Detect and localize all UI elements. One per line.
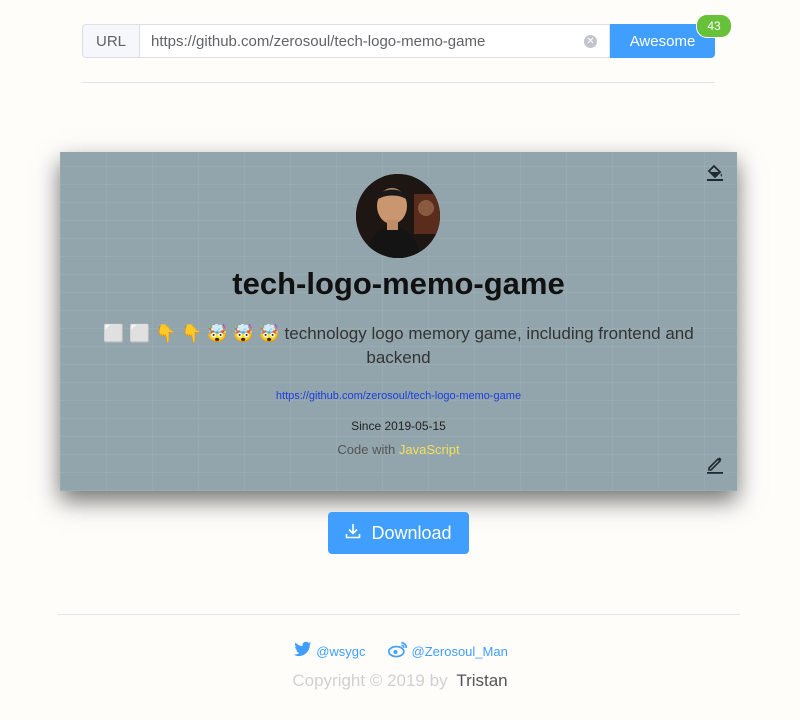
twitter-handle: @wsygc (316, 643, 366, 659)
url-bar: URL ✕ Awesome 43 (82, 14, 732, 58)
download-icon (345, 523, 361, 544)
awesome-button-label: Awesome (629, 32, 696, 50)
repo-description: ⬜ ⬜ 👇 👇 🤯 🤯 🤯 technology logo memory gam… (103, 324, 694, 367)
bottom-divider (58, 614, 740, 615)
avatar (356, 174, 440, 258)
repo-card: tech-logo-memo-game ⬜ ⬜ 👇 👇 🤯 🤯 🤯 techno… (60, 152, 737, 491)
download-button-label: Download (371, 522, 452, 543)
weibo-icon (387, 641, 408, 661)
copyright: Copyright © 2019 by Tristan (0, 671, 800, 691)
url-input-wrapper: ✕ (139, 24, 610, 58)
count-badge: 43 (696, 14, 732, 38)
download-button[interactable]: Download (328, 512, 469, 554)
social-links: @wsygc @Zerosoul_Man (0, 641, 800, 661)
since-date: Since 2019-05-15 (351, 419, 446, 433)
twitter-icon (292, 641, 312, 661)
top-divider (82, 82, 715, 83)
url-input[interactable] (140, 25, 609, 57)
author-link[interactable]: Tristan (456, 671, 507, 690)
copyright-text: Copyright © 2019 by (292, 671, 448, 690)
repo-title: tech-logo-memo-game (232, 266, 565, 301)
awesome-button[interactable]: Awesome 43 (610, 14, 732, 58)
weibo-link[interactable]: @Zerosoul_Man (387, 641, 508, 661)
twitter-link[interactable]: @wsygc (292, 641, 366, 661)
code-with-label: Code with (337, 442, 396, 457)
edit-icon[interactable] (705, 454, 725, 479)
code-with: Code with JavaScript (60, 442, 737, 457)
clear-icon[interactable]: ✕ (584, 35, 597, 48)
weibo-handle: @Zerosoul_Man (411, 643, 508, 659)
paint-bucket-icon[interactable] (705, 162, 725, 187)
repo-link[interactable]: https://github.com/zerosoul/tech-logo-me… (60, 390, 737, 402)
url-prepend-label: URL (82, 24, 139, 58)
language-label: JavaScript (398, 442, 460, 457)
